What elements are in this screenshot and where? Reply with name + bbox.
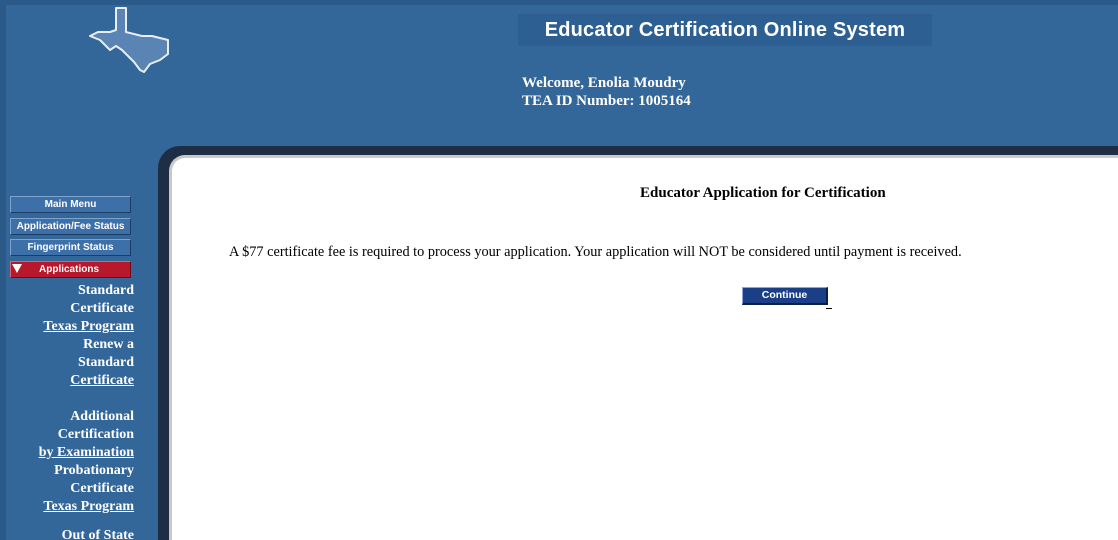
link-renew-standard-certificate[interactable]: Renew a Standard Certificate (10, 336, 134, 390)
link-line: Texas Program (43, 319, 134, 334)
link-line: Texas Program (43, 499, 134, 514)
fee-message: A $77 certificate fee is required to pro… (229, 244, 962, 260)
link-line: Certification (57, 427, 134, 442)
link-line: Certificate (70, 373, 134, 388)
link-line: Out of State (61, 528, 134, 540)
tea-id-number: TEA ID Number: 1005164 (522, 93, 691, 109)
frame-left-edge (0, 0, 6, 540)
link-line: Standard (77, 355, 134, 370)
menu-main-menu[interactable]: Main Menu (10, 196, 131, 213)
link-line: Standard (77, 283, 134, 298)
continue-underscore (826, 308, 832, 309)
continue-button[interactable]: Continue (742, 287, 828, 305)
menu-fingerprint-status[interactable]: Fingerprint Status (10, 239, 131, 256)
link-standard-certificate-texas-program[interactable]: Standard Certificate Texas Program (10, 282, 134, 336)
link-line: Certificate (70, 481, 134, 496)
link-line: Certificate (70, 301, 134, 316)
system-title: Educator Certification Online System (518, 14, 932, 46)
welcome-text: Welcome, Enolia Moudry (522, 75, 686, 91)
frame-top-edge (0, 0, 1118, 5)
link-line: Renew a (83, 337, 134, 352)
link-line: Additional (70, 409, 134, 424)
link-line: by Examination (38, 445, 134, 460)
menu-application-fee-status[interactable]: Application/Fee Status (10, 218, 131, 235)
triangle-down-icon (12, 264, 22, 273)
menu-applications[interactable]: Applications (10, 261, 131, 278)
content-panel (169, 155, 1118, 540)
link-probationary-certificate-texas-program[interactable]: Probationary Certificate Texas Program (10, 462, 134, 516)
link-out-of-state[interactable]: Out of State (10, 527, 134, 540)
page: Educator Certification Online System Wel… (0, 0, 1118, 540)
link-line: Probationary (54, 463, 134, 478)
link-additional-certification-by-examination[interactable]: Additional Certification by Examination (10, 408, 134, 462)
texas-state-outline-icon (89, 7, 169, 73)
page-heading: Educator Application for Certification (640, 185, 886, 201)
